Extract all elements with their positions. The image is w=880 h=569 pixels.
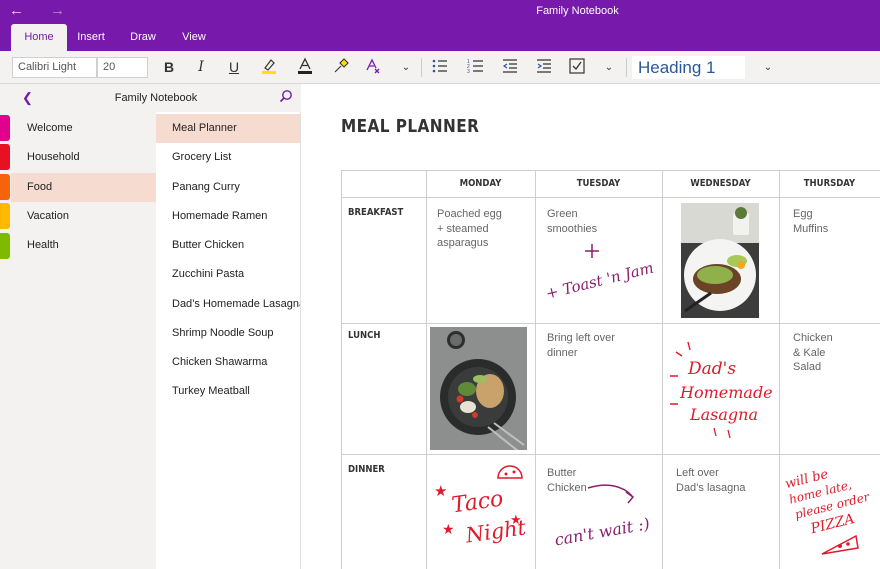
column-header-wednesday: WEDNESDAY <box>690 178 751 189</box>
search-icon[interactable] <box>279 89 293 106</box>
page-item[interactable]: Homemade Ramen <box>156 202 300 231</box>
cell-breakfast-tuesday[interactable]: Green smoothies <box>547 207 597 236</box>
indent-icon[interactable] <box>533 57 555 78</box>
cell-lunch-thursday[interactable]: Chicken & Kale Salad <box>793 331 833 375</box>
column-header-tuesday: TUESDAY <box>576 178 621 189</box>
font-size-input[interactable]: 20 <box>97 57 148 78</box>
section-item-health[interactable]: Health <box>11 231 156 260</box>
tab-home[interactable]: Home <box>11 24 67 51</box>
ribbon-tabs: Home Insert Draw View <box>0 24 880 51</box>
row-header-dinner: DINNER <box>348 464 385 475</box>
clear-format-icon[interactable] <box>362 57 384 78</box>
window-title: Family Notebook <box>536 5 619 17</box>
salad-bowl-photo[interactable] <box>430 327 527 452</box>
ink-lasagna-note[interactable]: Dad's Homemade Lasagna <box>664 336 776 444</box>
table-border <box>662 170 663 569</box>
cell-breakfast-monday[interactable]: Poached egg + steamed asparagus <box>437 207 502 251</box>
italic-icon[interactable]: I <box>190 57 212 78</box>
ink-pizza-note[interactable]: will be home late, please order PIZZA <box>782 458 880 569</box>
svg-text:Taco: Taco <box>450 486 505 518</box>
chevron-down-icon[interactable]: ⌄ <box>598 57 620 78</box>
checkbox-icon[interactable] <box>566 57 588 78</box>
section-color-tab-welcome[interactable] <box>0 115 10 141</box>
page-item[interactable]: Meal Planner <box>156 114 300 143</box>
numbering-icon[interactable]: 123 <box>465 57 487 78</box>
outdent-icon[interactable] <box>499 57 521 78</box>
svg-text:Night: Night <box>463 515 528 547</box>
section-item-vacation[interactable]: Vacation <box>11 202 156 231</box>
tab-insert[interactable]: Insert <box>67 24 115 51</box>
section-item-welcome[interactable]: Welcome <box>11 114 156 143</box>
section-color-tab-food[interactable] <box>0 174 10 200</box>
table-border <box>535 170 536 569</box>
notebook-header: ❮ Family Notebook <box>11 84 301 112</box>
table-border <box>341 323 880 324</box>
page-title[interactable]: MEAL PLANNER <box>341 116 479 137</box>
page-item[interactable]: Zucchini Pasta <box>156 260 300 289</box>
section-color-tab-health[interactable] <box>0 233 10 259</box>
table-border <box>341 170 342 569</box>
section-item-household[interactable]: Household <box>11 143 156 172</box>
style-chevron-down-icon[interactable]: ⌄ <box>757 57 779 78</box>
ink-cant-wait-text: can't wait :) <box>553 514 651 549</box>
svg-text:★: ★ <box>442 522 455 538</box>
table-border <box>426 170 427 569</box>
page-item[interactable]: Panang Curry <box>156 173 300 202</box>
tab-view[interactable]: View <box>172 24 216 51</box>
page-item[interactable]: Chicken Shawarma <box>156 348 300 377</box>
cell-lunch-tuesday[interactable]: Bring left over dinner <box>547 331 615 360</box>
toolbar-divider <box>626 58 627 77</box>
column-header-thursday: THURSDAY <box>803 178 856 189</box>
svg-text:3: 3 <box>467 69 470 75</box>
page-item[interactable]: Shrimp Noodle Soup <box>156 319 300 348</box>
notebook-title[interactable]: Family Notebook <box>11 92 301 104</box>
tab-draw[interactable]: Draw <box>120 24 166 51</box>
svg-text:Lasagna: Lasagna <box>689 405 758 424</box>
cell-dinner-wednesday[interactable]: Left over Dad’s lasagna <box>676 466 746 495</box>
highlight-icon[interactable] <box>258 57 280 78</box>
svg-text:Homemade: Homemade <box>679 383 773 402</box>
section-color-tab-vacation[interactable] <box>0 203 10 229</box>
style-selector[interactable]: Heading 1 <box>632 56 745 79</box>
page-item[interactable]: Grocery List <box>156 143 300 172</box>
font-name-input[interactable]: Calibri Light <box>12 57 97 78</box>
ink-cant-wait-note[interactable]: can't wait :) <box>548 482 658 557</box>
svg-text:★: ★ <box>434 482 447 500</box>
section-item-food[interactable]: Food <box>11 173 156 202</box>
table-border <box>779 170 780 569</box>
avocado-toast-photo[interactable] <box>681 203 759 318</box>
section-color-tab-household[interactable] <box>0 144 10 170</box>
title-bar: ← → Family Notebook <box>0 0 880 24</box>
chevron-down-icon[interactable]: ⌄ <box>395 57 417 78</box>
table-border <box>341 197 880 198</box>
bold-icon[interactable]: B <box>158 57 180 78</box>
toolbar-divider <box>421 58 422 77</box>
font-color-icon[interactable] <box>294 57 316 78</box>
ink-toast-note[interactable]: + Toast 'n Jam please! <box>540 240 713 315</box>
format-painter-icon[interactable] <box>330 57 352 78</box>
page-item[interactable]: Butter Chicken <box>156 231 300 260</box>
column-header-monday: MONDAY <box>459 178 502 189</box>
ink-taco-note[interactable]: ★ ★ ★ Taco Night <box>430 460 535 555</box>
row-header-lunch: LUNCH <box>348 330 381 341</box>
svg-text:Dad's: Dad's <box>687 359 736 379</box>
table-border <box>341 454 880 455</box>
page-item[interactable]: Dad’s Homemade Lasagna <box>156 290 300 319</box>
underline-icon[interactable]: U <box>223 57 245 78</box>
bullets-icon[interactable] <box>429 57 451 78</box>
row-header-breakfast: BREAKFAST <box>348 207 404 218</box>
page-item[interactable]: Turkey Meatball <box>156 377 300 406</box>
ink-toast-text: + Toast 'n Jam please! <box>544 244 655 303</box>
ribbon-toolbar: Calibri Light 20 B I U ⌄ 123 ⌄ Heading 1… <box>0 51 880 84</box>
cell-breakfast-thursday[interactable]: Egg Muffins <box>793 207 828 236</box>
